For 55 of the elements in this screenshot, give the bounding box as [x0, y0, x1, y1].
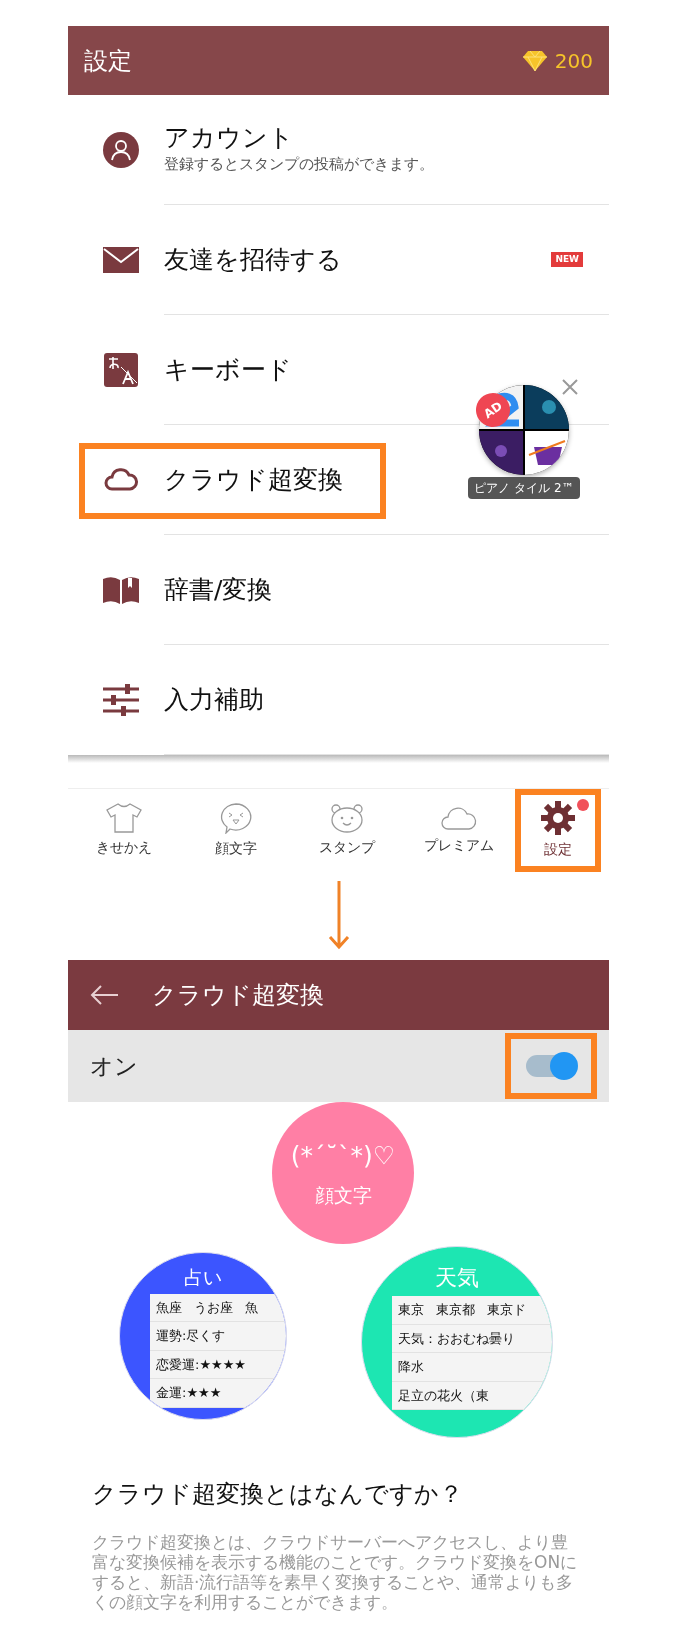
list-text: 魚: [245, 1298, 258, 1317]
back-arrow-icon[interactable]: [90, 985, 118, 1005]
menu-label: 友達を招待する: [164, 244, 342, 275]
down-arrow-icon: [327, 881, 350, 951]
toggle-switch[interactable]: [526, 1055, 576, 1077]
menu-label: クラウド超変換: [164, 464, 343, 495]
envelope-icon: [103, 247, 139, 273]
settings-icon: [541, 801, 575, 835]
circle-title: 顔文字: [314, 1182, 372, 1208]
section-heading: クラウド超変換とはなんですか？: [92, 1479, 464, 1510]
list-text: 魚座: [156, 1298, 182, 1317]
app-name-label: ピアノ タイル 2™: [468, 477, 580, 499]
menu-item[interactable]: 辞書/変換: [68, 535, 609, 645]
list-text: 東京ド: [487, 1301, 526, 1319]
list-text: 足立の花火（東: [398, 1386, 489, 1405]
cloud-icon: [440, 805, 479, 831]
bear-icon: [330, 803, 365, 833]
shirt-icon: [105, 803, 142, 833]
menu-item[interactable]: 友達を招待する NEW: [68, 205, 609, 315]
circle-title: 占い: [183, 1265, 223, 1290]
cloud-icon: [103, 468, 139, 492]
nav-tab[interactable]: 設定: [515, 789, 601, 872]
menu-label: 辞書/変換: [164, 574, 273, 605]
menu-subtitle: 登録するとスタンプの投稿ができます。: [164, 154, 435, 176]
menu-label: キーボード: [164, 354, 292, 385]
description-paragraph: クラウド超変換とは、クラウドサーバーへアクセスし、より豊富な変換候補を表示する機能のことです。クラウド変換をONにすると、新語·流行語等を素早く変換することや、通常よりも多くの顔文字を利用することができます。: [92, 1532, 579, 1612]
list-text: 東京: [398, 1301, 424, 1319]
sliders-icon: [103, 684, 139, 716]
nav-tab[interactable]: プレミアム: [403, 789, 515, 872]
screen-title: クラウド超変換: [152, 980, 324, 1011]
list-text: 東京都: [436, 1301, 475, 1319]
speech-bubble-icon: [218, 802, 253, 834]
gem-count: 200: [554, 47, 593, 75]
nav-tab[interactable]: スタンプ: [291, 789, 404, 872]
list-text: 金運:★★★: [156, 1384, 222, 1402]
kaomoji-text: (*´˘`*)♡: [290, 1140, 396, 1172]
keyboard-icon: [104, 353, 138, 387]
new-tag: NEW: [551, 251, 583, 268]
circle-title: 天気: [434, 1264, 480, 1292]
person-icon: [103, 132, 139, 168]
nav-tab[interactable]: きせかえ: [68, 789, 180, 872]
list-text: 天気：おおむね曇り: [398, 1329, 515, 1348]
menu-item[interactable]: アカウント 登録するとスタンプの投稿ができます。: [68, 95, 609, 205]
menu-label: アカウント: [164, 123, 294, 154]
close-icon[interactable]: [562, 379, 578, 395]
list-text: 運勢:尽くす: [156, 1327, 226, 1345]
screen-title: 設定: [84, 45, 132, 77]
book-icon: [103, 576, 139, 604]
nav-tab[interactable]: 顔文字: [179, 789, 292, 872]
menu-label: 入力補助: [164, 684, 264, 715]
list-text: 降水: [398, 1358, 424, 1376]
toggle-label: オン: [90, 1051, 138, 1081]
list-text: うお座: [194, 1298, 233, 1317]
list-text: 恋愛運:★★★★: [156, 1355, 246, 1374]
gem-icon: [522, 50, 547, 71]
